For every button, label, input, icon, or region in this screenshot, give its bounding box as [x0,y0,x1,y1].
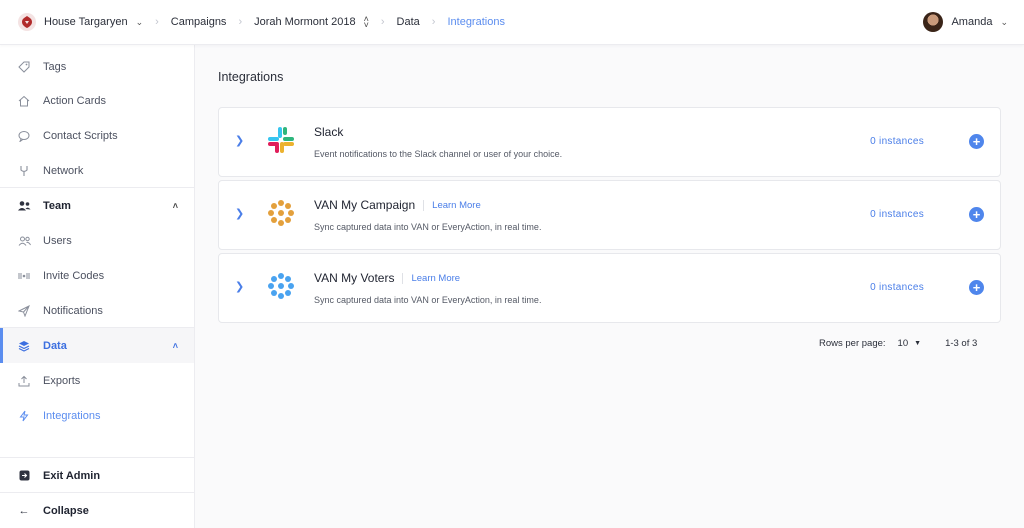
chevron-up-icon: ˄ [172,340,178,351]
sidebar-item-label: Notifications [43,304,103,317]
bolt-icon [17,410,31,422]
integration-title: VAN My Voters [314,271,395,285]
sidebar-item-label: Invite Codes [43,269,105,282]
instances-link[interactable]: 0 instances [870,209,924,220]
org-name: House Targaryen [44,16,128,28]
integration-description: Sync captured data into VAN or EveryActi… [314,295,542,305]
chevron-right-icon[interactable]: ❯ [235,134,244,147]
integration-name: VAN My Voters Learn More [314,271,460,285]
chevron-right-icon: › [155,16,159,28]
caret-down-icon[interactable]: ▼ [914,340,921,347]
sidebar-item-notifications[interactable]: Notifications [0,293,194,328]
chevron-down-icon: ⌄ [1000,16,1008,27]
instances-link[interactable]: 0 instances [870,136,924,147]
org-switcher[interactable]: House Targaryen ⌄ [18,13,143,31]
sidebar-item-users[interactable]: Users [0,223,194,258]
user-menu[interactable]: Amanda ⌄ [923,12,1008,32]
campaign-switcher[interactable]: Jorah Mormont 2018 ˄ ˅ [254,14,369,30]
sidebar-item-label: Users [43,234,72,247]
chevron-down-icon: ⌄ [135,16,144,27]
instances-link[interactable]: 0 instances [870,282,924,293]
integration-card-van-my-voters: ❯ VAN My Voters Learn More Sync captured… [218,253,1001,323]
slack-logo-icon [266,125,296,155]
invite-icon [17,270,31,282]
integration-name: VAN My Campaign Learn More [314,198,481,212]
van-logo-icon [266,198,296,228]
learn-more-link[interactable]: Learn More [423,199,481,211]
collapse-button[interactable]: ← Collapse [0,493,194,528]
add-instance-button[interactable]: + [969,280,984,295]
integration-card-slack: ❯ Slack Event notifications to the Slack… [218,107,1001,177]
integration-card-van-my-campaign: ❯ VAN My Campaign Learn More Sync captur… [218,180,1001,250]
sidebar-item-label: Exports [43,374,81,387]
sidebar-item-label: Contact Scripts [43,129,118,142]
chevron-right-icon: › [431,16,436,28]
sidebar-item-invite-codes[interactable]: Invite Codes [0,258,194,293]
chevron-up-icon: ˄ [172,200,178,211]
collapse-label: Collapse [43,504,89,517]
sidebar-item-network[interactable]: Network [0,153,194,188]
home-icon [17,95,31,107]
learn-more-link[interactable]: Learn More [402,272,460,284]
breadcrumb-campaigns[interactable]: Campaigns [171,16,227,28]
integration-title: VAN My Campaign [314,198,416,212]
sidebar-item-label: Data [43,339,67,352]
sidebar-item-label: Action Cards [43,94,106,107]
rows-per-page-select[interactable]: 10 [898,338,909,349]
integration-name: Slack [314,125,343,139]
sidebar-item-integrations[interactable]: Integrations [0,398,194,433]
exit-admin-button[interactable]: Exit Admin [0,458,194,493]
sidebar: Tags Action Cards Contact Scripts Networ… [0,45,195,528]
campaign-name: Jorah Mormont 2018 [254,16,356,28]
chat-icon [17,130,31,142]
avatar [923,12,944,32]
van-logo-icon [266,271,296,301]
sidebar-group-team[interactable]: Team ˄ [0,188,194,223]
team-icon [17,200,31,212]
sidebar-group-data[interactable]: Data ˄ [0,328,194,363]
sidebar-item-contact-scripts[interactable]: Contact Scripts [0,118,194,153]
chevron-right-icon: › [380,16,385,28]
integration-description: Event notifications to the Slack channel… [314,149,563,159]
sidebar-item-label: Team [43,199,71,212]
integration-description: Sync captured data into VAN or EveryActi… [314,222,542,232]
exit-admin-label: Exit Admin [43,469,101,482]
user-name: Amanda [951,16,993,28]
exit-icon [17,470,31,481]
top-bar: House Targaryen ⌄ › Campaigns › Jorah Mo… [0,0,1024,45]
sidebar-item-tags[interactable]: Tags [0,49,194,84]
send-icon [17,304,31,317]
dragon-logo-icon [18,13,36,31]
pagination: Rows per page: 10 ▼ 1-3 of 3 [819,338,977,349]
upload-icon [17,375,31,387]
add-instance-button[interactable]: + [969,207,984,222]
sidebar-item-label: Network [43,164,84,177]
sort-updown-icon: ˄ ˅ [363,14,369,30]
layers-icon [17,340,31,352]
chevron-right-icon: › [238,16,243,28]
rows-per-page-label: Rows per page: [819,338,886,349]
arrow-left-icon: ← [18,504,30,517]
sidebar-item-exports[interactable]: Exports [0,363,194,398]
integration-title: Slack [314,125,344,139]
tag-icon [17,61,31,73]
network-icon [17,165,31,177]
sidebar-item-label: Integrations [43,409,101,422]
sidebar-item-label: Tags [43,60,67,73]
pagination-range: 1-3 of 3 [945,338,978,349]
sidebar-item-action-cards[interactable]: Action Cards [0,83,194,118]
users-icon [17,235,31,247]
chevron-right-icon[interactable]: ❯ [235,207,244,220]
page-title: Integrations [218,70,284,84]
breadcrumb-integrations: Integrations [447,16,505,28]
breadcrumb-data[interactable]: Data [397,16,420,28]
add-instance-button[interactable]: + [969,134,984,149]
chevron-right-icon[interactable]: ❯ [235,280,244,293]
